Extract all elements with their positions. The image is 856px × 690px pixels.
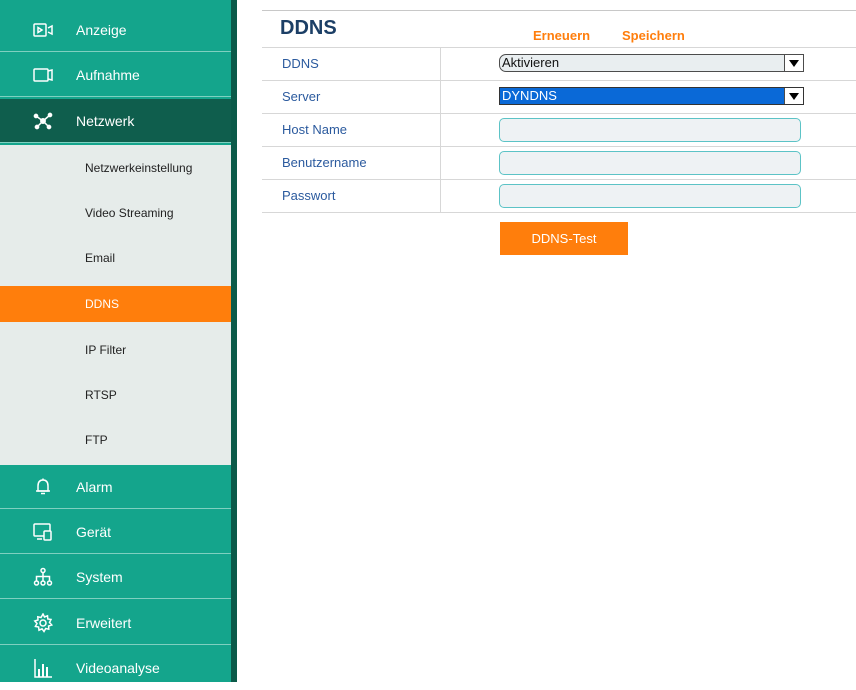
- sub-item-rtsp[interactable]: RTSP: [0, 377, 231, 413]
- ddns-label: DDNS: [282, 56, 319, 71]
- sub-item-label: IP Filter: [85, 343, 127, 357]
- server-select-value: DYNDNS: [502, 88, 557, 103]
- sub-item-ftp[interactable]: FTP: [0, 422, 231, 458]
- sub-item-label: Video Streaming: [85, 206, 174, 220]
- nav-item-erweitert[interactable]: Erweitert: [0, 601, 231, 645]
- nav-item-label: Gerät: [76, 523, 112, 540]
- display-icon: [32, 19, 54, 41]
- nav-item-alarm[interactable]: Alarm: [0, 465, 231, 509]
- sub-item-email[interactable]: Email: [0, 240, 231, 276]
- netzwerk-submenu: Netzwerkeinstellung Video Streaming Emai…: [0, 145, 231, 465]
- bar-chart-icon: [32, 657, 54, 679]
- save-button[interactable]: Speichern: [622, 28, 685, 43]
- column-divider: [440, 180, 441, 212]
- nav-item-label: Alarm: [76, 478, 113, 495]
- nav-item-label: Videoanalyse: [76, 660, 160, 676]
- recording-icon: [32, 64, 54, 86]
- form-row-password: Passwort: [262, 179, 856, 213]
- column-divider: [440, 114, 441, 146]
- refresh-button[interactable]: Erneuern: [533, 28, 590, 43]
- nav-item-geraet[interactable]: Gerät: [0, 510, 231, 554]
- chevron-down-icon[interactable]: [784, 88, 803, 104]
- username-label: Benutzername: [282, 155, 367, 170]
- nav-item-label: System: [76, 568, 123, 585]
- nav-item-videoanalyse[interactable]: Videoanalyse: [0, 646, 231, 690]
- sub-item-ip-filter[interactable]: IP Filter: [0, 332, 231, 368]
- sidebar: Anzeige Aufnahme Netzwerk Netzwerkeinste…: [0, 0, 231, 682]
- form-row-username: Benutzername: [262, 146, 856, 179]
- username-input[interactable]: [499, 151, 801, 175]
- sidebar-divider: [231, 0, 237, 682]
- column-divider: [440, 81, 441, 113]
- page-title: DDNS: [280, 17, 337, 39]
- nav-item-system[interactable]: System: [0, 555, 231, 599]
- gear-icon: [32, 612, 54, 634]
- chevron-down-icon[interactable]: [784, 55, 803, 71]
- nav-item-netzwerk[interactable]: Netzwerk: [0, 99, 231, 143]
- device-icon: [32, 521, 54, 543]
- nav-item-label: Anzeige: [76, 21, 127, 38]
- nav-item-aufnahme[interactable]: Aufnahme: [0, 53, 231, 97]
- password-input[interactable]: [499, 184, 801, 208]
- sub-item-video-streaming[interactable]: Video Streaming: [0, 195, 231, 231]
- sub-item-label: RTSP: [85, 388, 117, 402]
- system-icon: [32, 566, 54, 588]
- sub-item-netzwerkeinstellung[interactable]: Netzwerkeinstellung: [0, 150, 231, 186]
- panel-header: DDNS Erneuern Speichern: [262, 10, 856, 47]
- server-label: Server: [282, 89, 321, 104]
- nav-item-anzeige[interactable]: Anzeige: [0, 8, 231, 52]
- ddns-select[interactable]: Aktivieren: [499, 54, 804, 72]
- host-name-label: Host Name: [282, 122, 348, 137]
- ddns-test-button[interactable]: DDNS-Test: [500, 222, 628, 255]
- sub-item-label: FTP: [85, 433, 108, 447]
- form-row-host-name: Host Name: [262, 113, 856, 146]
- form-row-server: Server DYNDNS: [262, 80, 856, 113]
- nav-item-label: Aufnahme: [76, 66, 140, 83]
- sub-item-label: Email: [85, 251, 116, 265]
- sub-item-label: DDNS: [85, 297, 120, 311]
- host-name-input[interactable]: [499, 118, 801, 142]
- column-divider: [440, 48, 441, 80]
- sub-item-ddns[interactable]: DDNS: [0, 286, 231, 322]
- sub-item-label: Netzwerkeinstellung: [85, 161, 193, 175]
- column-divider: [440, 147, 441, 179]
- form-row-ddns: DDNS Aktivieren: [262, 47, 856, 80]
- ddns-select-value: Aktivieren: [502, 55, 560, 70]
- server-select[interactable]: DYNDNS: [499, 87, 804, 105]
- password-label: Passwort: [282, 188, 336, 203]
- nav-item-label: Netzwerk: [76, 112, 135, 129]
- nav-item-label: Erweitert: [76, 614, 132, 631]
- network-icon: [32, 110, 54, 132]
- bell-icon: [32, 476, 54, 498]
